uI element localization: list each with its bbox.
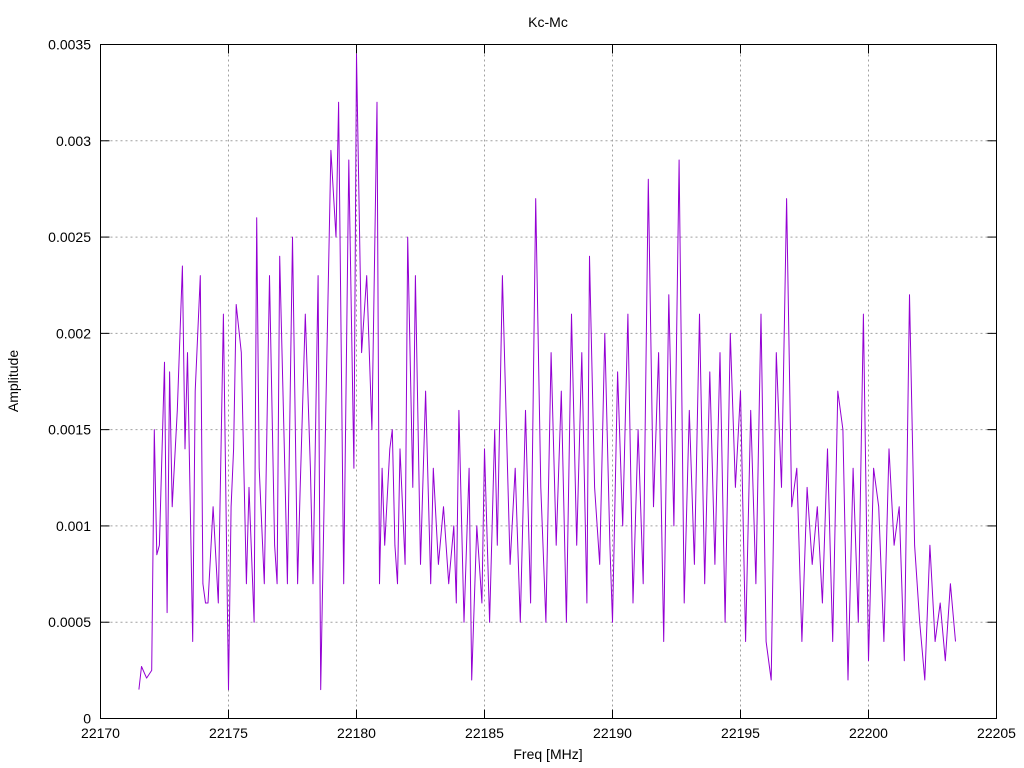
y-tick-label: 0.0005 — [48, 614, 91, 630]
y-tick-label: 0.001 — [56, 518, 91, 534]
y-tick-label: 0.002 — [56, 325, 91, 341]
x-tick-label: 22170 — [81, 725, 120, 741]
x-tick-label: 22190 — [593, 725, 632, 741]
x-tick-label: 22205 — [977, 725, 1016, 741]
y-tick-label: 0.0025 — [48, 229, 91, 245]
chart-title: Kc-Mc — [528, 14, 568, 30]
y-tick-label: 0.0035 — [48, 37, 91, 53]
series-line — [138, 53, 956, 691]
y-tick-label: 0.0015 — [48, 422, 91, 438]
y-tick-label: 0.003 — [56, 133, 91, 149]
y-axis-label: Amplitude — [5, 350, 21, 412]
x-tick-label: 22185 — [465, 725, 504, 741]
x-tick-label: 22200 — [849, 725, 888, 741]
x-axis-label: Freq [MHz] — [513, 746, 582, 762]
series-group — [138, 53, 956, 691]
x-axis-tick-labels: 22170 22175 22180 22185 22190 22195 22200 22205 — [81, 725, 1016, 741]
y-axis-tick-labels: 0 0.0005 0.001 0.0015 0.002 0.0025 0.003 0.0035 — [48, 37, 91, 727]
y-tick-label: 0 — [83, 711, 91, 727]
x-tick-label: 22195 — [721, 725, 760, 741]
line-chart: 22170 22175 22180 22185 22190 22195 22200 22205… — [5, 14, 1016, 762]
x-tick-label: 22180 — [337, 725, 376, 741]
x-tick-label: 22175 — [209, 725, 248, 741]
